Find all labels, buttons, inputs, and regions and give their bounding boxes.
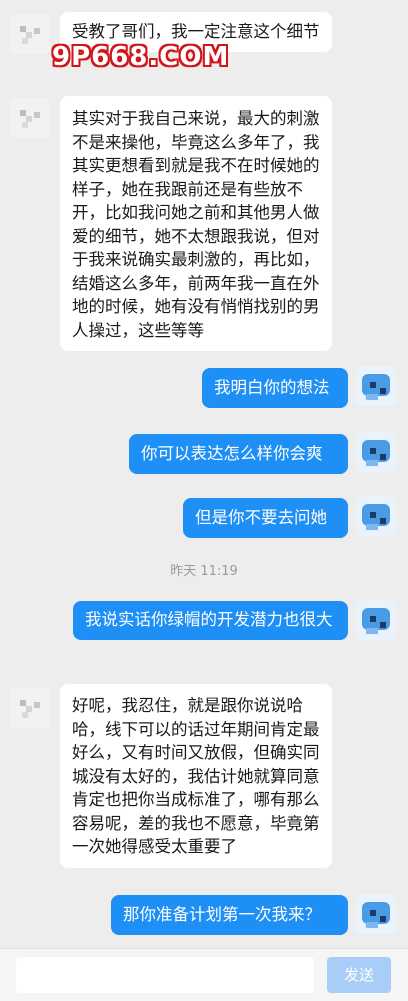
watermark-logo: 9P668.COM <box>52 42 230 72</box>
message-bubble-sent[interactable]: 我说实话你绿帽的开发潜力也很大 <box>73 601 348 640</box>
message-bubble-received[interactable]: 其实对于我自己来说，最大的刺激不是来操他，毕竟这么多年了，我其实更想看到就是我不… <box>60 96 332 351</box>
message-bubble-sent[interactable]: 我明白你的想法 <box>202 368 348 408</box>
avatar[interactable] <box>10 14 50 54</box>
message-input-bar: 发送 <box>0 948 408 1001</box>
message-bubble-sent[interactable]: 但是你不要去问她 <box>183 498 348 538</box>
message-bubble-received[interactable]: 好呢，我忍住，就是跟你说说哈哈，线下可以的话过年期间肯定最好么，又有时间又放假，… <box>60 684 332 868</box>
avatar-self[interactable] <box>356 894 396 934</box>
avatar-self[interactable] <box>356 432 396 472</box>
avatar[interactable] <box>10 688 50 728</box>
avatar-self[interactable] <box>356 600 396 640</box>
send-button[interactable]: 发送 <box>327 957 391 993</box>
avatar[interactable] <box>10 98 50 138</box>
message-bubble-sent[interactable]: 那你准备计划第一次我来？ <box>111 895 348 935</box>
message-bubble-sent[interactable]: 你可以表达怎么样你会爽 <box>129 434 348 474</box>
avatar-self[interactable] <box>356 366 396 406</box>
timestamp: 昨天 11:19 <box>170 564 238 579</box>
message-input[interactable] <box>16 957 314 993</box>
avatar-self[interactable] <box>356 496 396 536</box>
